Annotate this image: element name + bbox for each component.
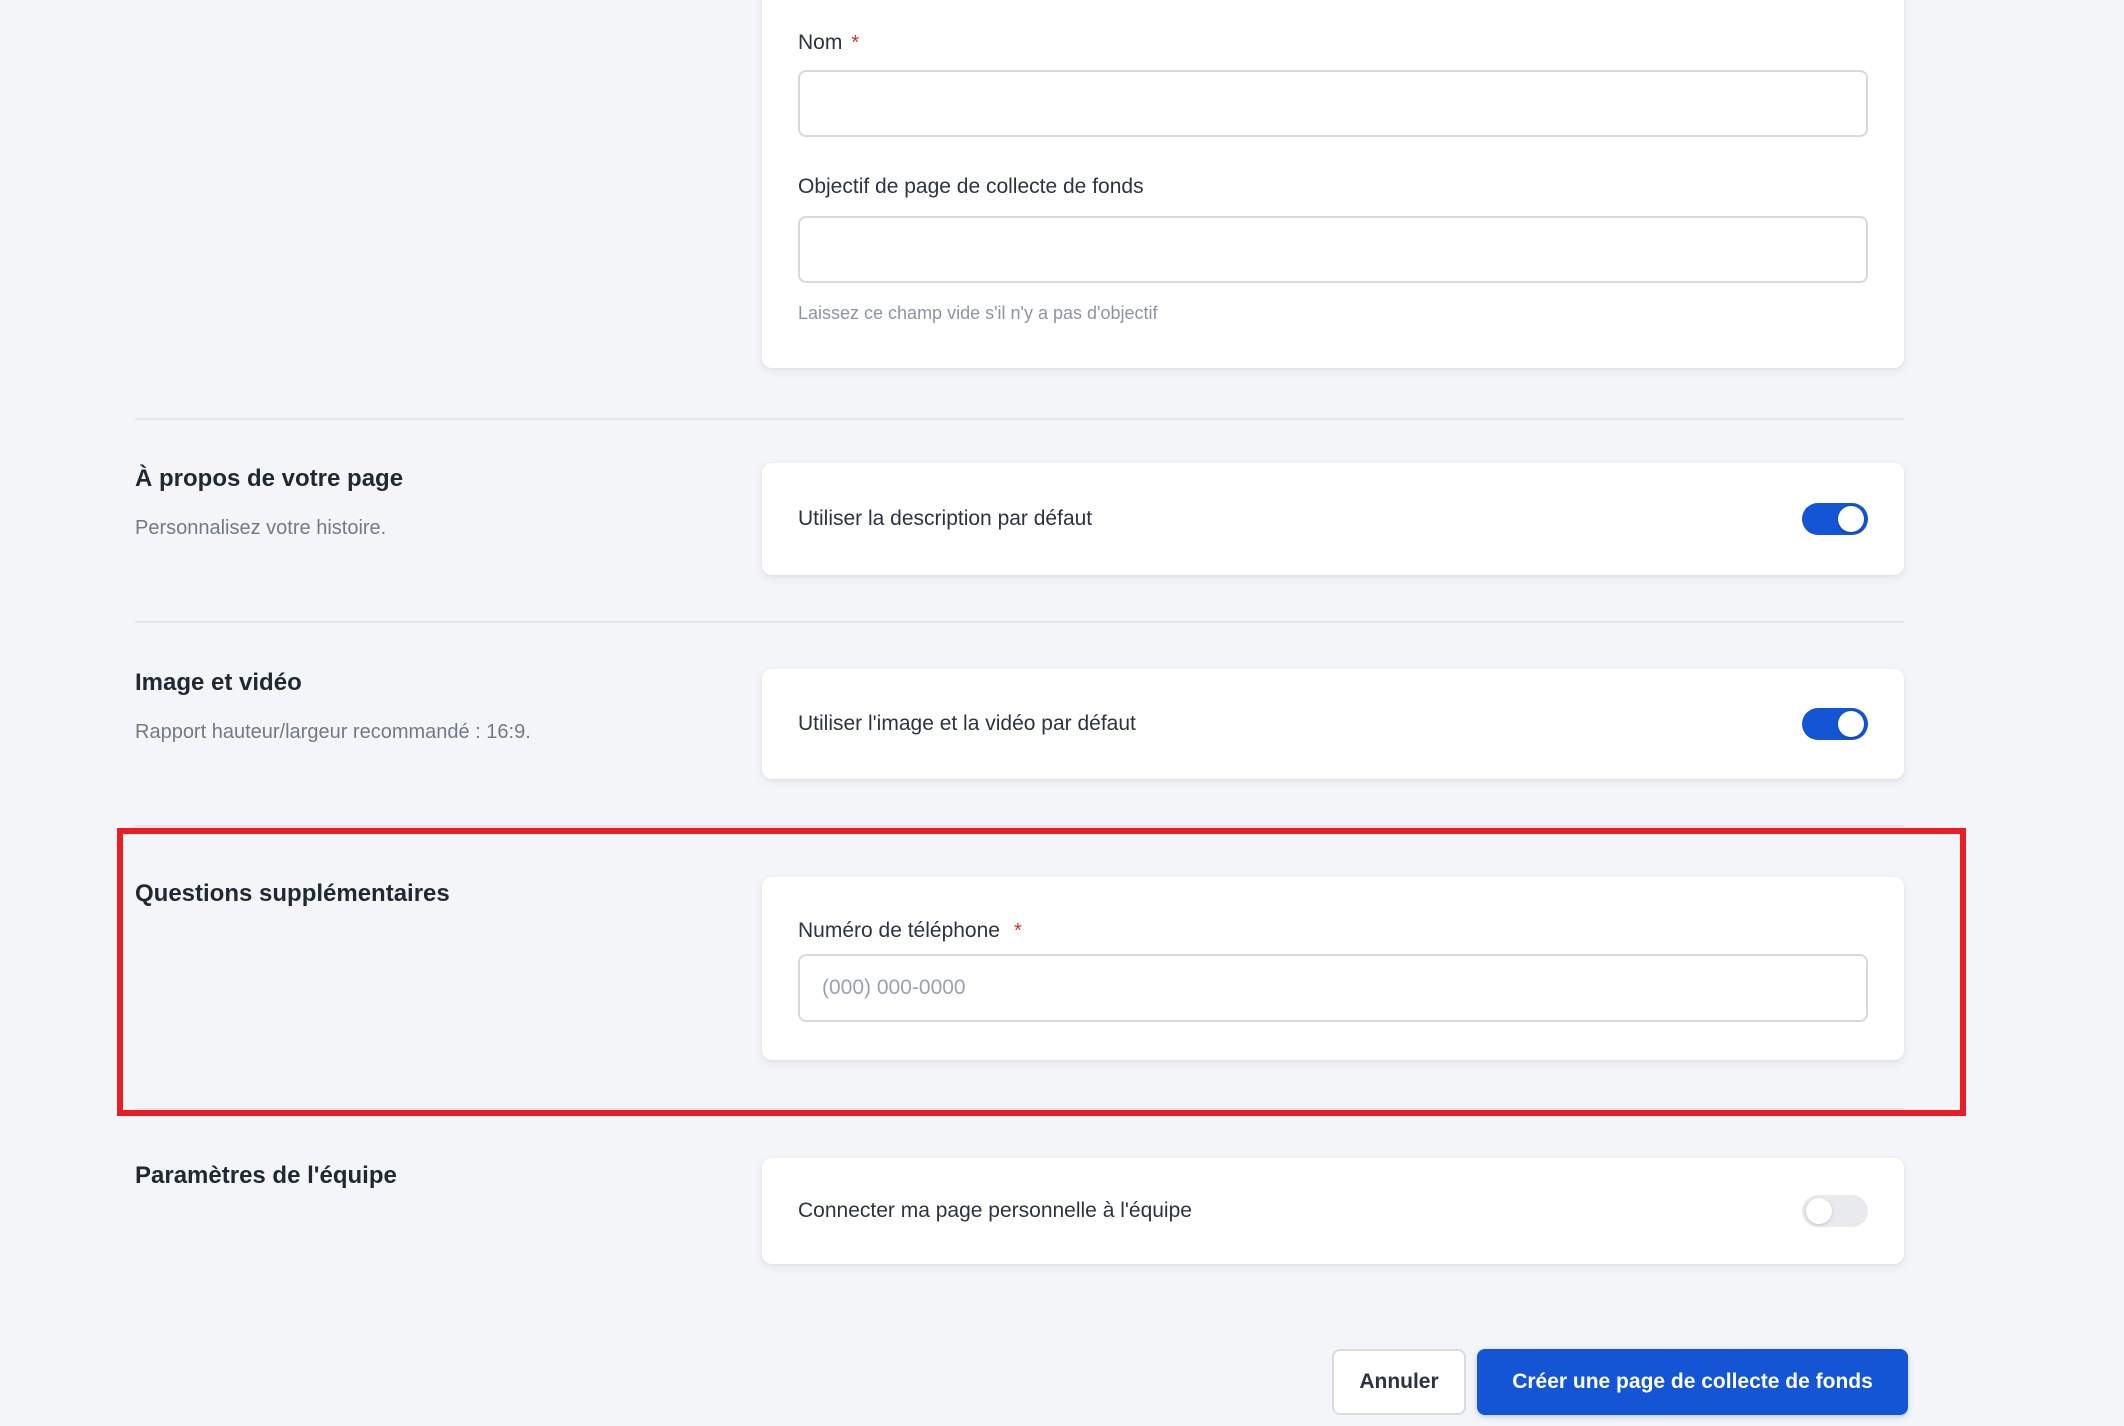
phone-label-text: Numéro de téléphone xyxy=(798,919,1000,942)
use-default-media-label: Utiliser l'image et la vidéo par défaut xyxy=(798,712,1136,735)
about-section-title: À propos de votre page xyxy=(135,465,404,492)
section-divider xyxy=(135,825,1904,827)
required-asterisk: * xyxy=(851,32,860,54)
page-details-card: Nom * Objectif de page de collecte de fon… xyxy=(762,0,1904,368)
use-default-description-label: Utiliser la description par défaut xyxy=(798,507,1093,530)
use-default-media-toggle[interactable] xyxy=(1802,708,1868,740)
connect-team-page-label: Connecter ma page personnelle à l'équipe xyxy=(798,1199,1192,1222)
cancel-button[interactable]: Annuler xyxy=(1332,1349,1466,1415)
section-divider xyxy=(135,418,1904,420)
goal-label-text: Objectif de page de collecte de fonds xyxy=(798,175,1144,198)
toggle-knob xyxy=(1838,506,1864,532)
team-settings-card: Connecter ma page personnelle à l'équipe xyxy=(762,1158,1904,1264)
section-divider xyxy=(135,621,1904,623)
media-section-title: Image et vidéo xyxy=(135,669,302,696)
phone-input[interactable] xyxy=(798,954,1868,1022)
about-section-subtitle: Personnalisez votre histoire. xyxy=(135,517,387,539)
questions-section-title: Questions supplémentaires xyxy=(135,880,450,907)
additional-questions-card: Numéro de téléphone * xyxy=(762,877,1904,1060)
toggle-knob xyxy=(1838,711,1864,737)
about-settings-card: Utiliser la description par défaut xyxy=(762,463,1904,575)
create-fundraising-page-button[interactable]: Créer une page de collecte de fonds xyxy=(1477,1349,1908,1415)
required-asterisk: * xyxy=(1013,920,1022,942)
toggle-knob xyxy=(1806,1198,1832,1224)
create-fundraising-page-form: Nom * Objectif de page de collecte de fon… xyxy=(0,0,2124,1426)
media-section-subtitle: Rapport hauteur/largeur recommandé : 16:… xyxy=(135,721,531,743)
name-field-label: Nom * xyxy=(798,30,859,56)
use-default-description-toggle[interactable] xyxy=(1802,503,1868,535)
media-settings-card: Utiliser l'image et la vidéo par défaut xyxy=(762,669,1904,779)
goal-input[interactable] xyxy=(798,216,1868,283)
team-section-title: Paramètres de l'équipe xyxy=(135,1162,397,1189)
goal-field-label: Objectif de page de collecte de fonds xyxy=(798,174,1144,200)
goal-helper-text: Laissez ce champ vide s'il n'y a pas d'o… xyxy=(798,303,1158,323)
phone-field-label: Numéro de téléphone * xyxy=(798,918,1022,944)
name-label-text: Nom xyxy=(798,31,843,54)
connect-team-page-toggle[interactable] xyxy=(1802,1195,1868,1227)
section-divider xyxy=(135,1108,1904,1110)
name-input[interactable] xyxy=(798,70,1868,137)
